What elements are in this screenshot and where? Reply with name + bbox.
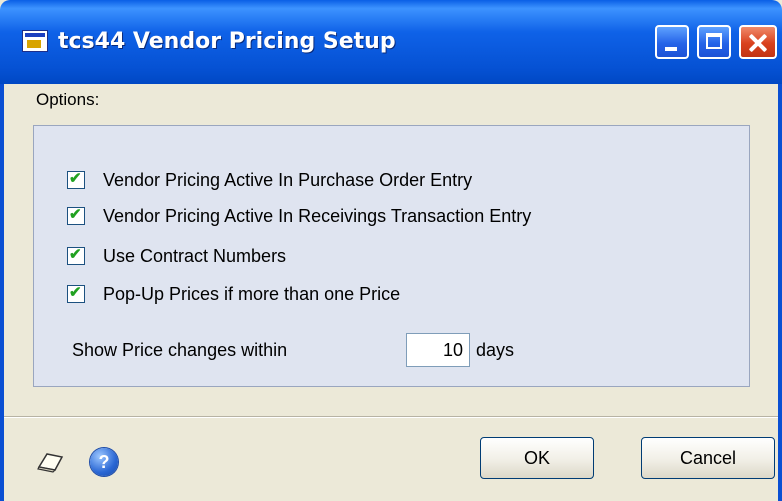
ok-button[interactable]: OK [480,437,594,479]
price-changes-label: Show Price changes within [72,340,288,360]
checkmark-icon: ✔ [69,170,82,187]
checkbox-row-po-entry[interactable]: ✔ Vendor Pricing Active In Purchase Orde… [67,167,472,193]
window-title: tcs44 Vendor Pricing Setup [58,29,396,54]
checkbox-contract-numbers-label: Use Contract Numbers [103,245,287,266]
title-bar[interactable]: tcs44 Vendor Pricing Setup [0,0,782,84]
note-icon[interactable] [36,450,64,474]
checkbox-popup-prices[interactable]: ✔ [67,284,85,303]
maximize-button[interactable] [697,25,731,59]
help-icon[interactable]: ? [90,448,118,476]
checkmark-icon: ✔ [69,206,82,223]
options-label: Options: [36,90,100,109]
checkbox-po-entry[interactable]: ✔ [67,170,85,189]
window-frame-right [778,84,782,501]
checkbox-po-entry-label: Vendor Pricing Active In Purchase Order … [103,169,473,190]
checkbox-receivings-label: Vendor Pricing Active In Receivings Tran… [103,205,532,226]
checkmark-icon: ✔ [69,284,82,301]
checkbox-row-popup-prices[interactable]: ✔ Pop-Up Prices if more than one Price [67,281,400,307]
checkbox-row-contract-numbers[interactable]: ✔ Use Contract Numbers [67,243,286,269]
minimize-button[interactable] [655,25,689,59]
checkbox-popup-prices-label: Pop-Up Prices if more than one Price [103,283,401,304]
cancel-button[interactable]: Cancel [641,437,775,479]
price-changes-days-input[interactable]: 10 [406,333,470,367]
checkmark-icon: ✔ [69,246,82,263]
checkbox-contract-numbers[interactable]: ✔ [67,246,85,265]
footer-divider [4,416,778,418]
checkbox-row-receivings[interactable]: ✔ Vendor Pricing Active In Receivings Tr… [67,203,531,229]
window-app-icon [22,30,48,52]
checkbox-receivings[interactable]: ✔ [67,206,85,225]
close-button[interactable] [739,25,777,59]
price-changes-unit: days [476,340,515,360]
